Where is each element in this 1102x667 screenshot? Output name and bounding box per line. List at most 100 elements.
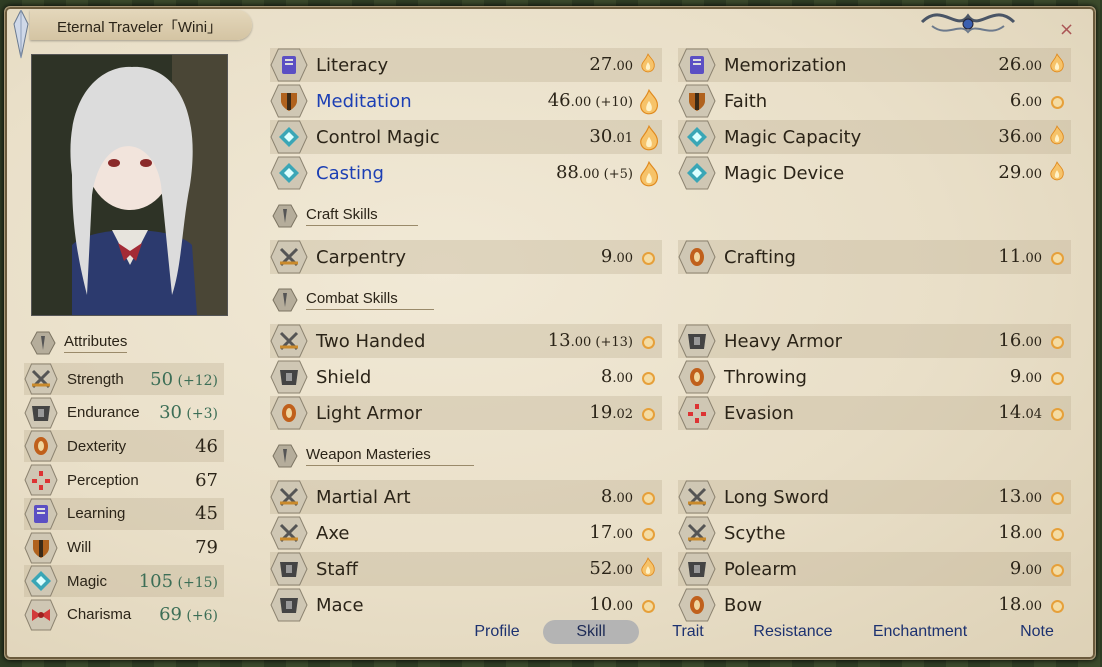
- skill-name: Axe: [316, 522, 350, 544]
- large-flame-icon: [640, 125, 658, 151]
- tab-skill[interactable]: Skill: [543, 620, 639, 644]
- tab-note[interactable]: Note: [1008, 620, 1066, 644]
- combat-skills-header: Combat Skills: [272, 288, 434, 312]
- attribute-value: 45: [195, 503, 218, 525]
- skill-name: Casting: [316, 162, 384, 184]
- potential-dot-icon: [1051, 252, 1064, 265]
- skill-value: 6.00: [1009, 90, 1042, 111]
- section-marker-icon: [272, 444, 298, 468]
- skill-value: 46.00 (+10): [547, 90, 633, 111]
- attribute-value: 79: [195, 537, 218, 558]
- crossed-swords-icon: [270, 480, 308, 514]
- skill-name: Mace: [316, 594, 364, 616]
- armor-icon: [270, 360, 308, 394]
- attribute-name: Will: [67, 539, 92, 556]
- attribute-row-learning[interactable]: Learning 45: [24, 497, 224, 530]
- shield-icon: [24, 532, 58, 563]
- attributes-header: Attributes: [30, 331, 128, 355]
- flame-icon: [1050, 161, 1064, 181]
- section-marker-icon: [272, 288, 298, 312]
- skill-value: 18.00: [998, 522, 1042, 543]
- book-icon: [24, 498, 58, 530]
- skill-value: 29.00: [998, 162, 1042, 183]
- skill-value: 52.00: [589, 558, 633, 579]
- tab-trait[interactable]: Trait: [656, 620, 720, 644]
- skill-value: 14.04: [998, 402, 1042, 423]
- skill-value: 18.00: [998, 594, 1042, 615]
- crossed-swords-icon: [270, 516, 308, 550]
- skill-name: Meditation: [316, 90, 412, 112]
- potential-dot-icon: [1051, 492, 1064, 505]
- magic-icon: [678, 120, 716, 154]
- potential-dot-icon: [642, 492, 655, 505]
- skill-name: Literacy: [316, 54, 389, 76]
- skill-value: 9.00: [600, 246, 633, 267]
- craft-skills-header: Craft Skills: [272, 204, 418, 228]
- attribute-row-magic[interactable]: Magic 105 (+15): [24, 565, 224, 598]
- potential-dot-icon: [1051, 336, 1064, 349]
- attribute-name: Learning: [67, 505, 126, 523]
- attribute-row-strength[interactable]: Strength 50 (+12): [24, 363, 224, 395]
- ring-icon: [678, 588, 716, 622]
- potential-dot-icon: [642, 408, 655, 421]
- skill-name: Long Sword: [724, 486, 829, 508]
- potential-dot-icon: [642, 252, 655, 265]
- skill-value: 27.00: [589, 54, 633, 75]
- tab-profile[interactable]: Profile: [462, 620, 532, 644]
- skill-name: Martial Art: [316, 486, 411, 508]
- skill-name: Evasion: [724, 402, 794, 424]
- skill-value: 9.00: [1009, 366, 1042, 387]
- tab-bar: Profile Skill Trait Resistance Enchantment No…: [0, 620, 1102, 646]
- potential-dot-icon: [1051, 408, 1064, 421]
- flame-icon: [641, 53, 655, 73]
- skill-name: Staff: [316, 558, 358, 580]
- skill-value: 36.00: [998, 126, 1042, 147]
- combat-skills-label: Combat Skills: [306, 290, 434, 310]
- tab-enchantment[interactable]: Enchantment: [858, 620, 982, 644]
- book-icon: [678, 48, 716, 82]
- skill-value: 10.00: [589, 594, 633, 615]
- skill-value: 26.00: [998, 54, 1042, 75]
- attribute-name: Perception: [67, 471, 139, 489]
- weapon-masteries-label: Weapon Masteries: [306, 446, 474, 466]
- skill-name: Throwing: [724, 366, 807, 388]
- potential-dot-icon: [1051, 96, 1064, 109]
- armor-icon: [270, 552, 308, 586]
- magic-icon: [270, 120, 308, 154]
- skill-value: 11.00: [998, 246, 1042, 267]
- magic-icon: [270, 156, 308, 190]
- skill-name: Two Handed: [316, 330, 426, 352]
- skill-name: Carpentry: [316, 246, 407, 268]
- section-marker-icon: [272, 204, 298, 228]
- armor-icon: [678, 552, 716, 586]
- potential-dot-icon: [1051, 564, 1064, 577]
- ring-icon: [24, 430, 58, 462]
- close-button[interactable]: ×: [1059, 19, 1074, 40]
- armor-icon: [270, 588, 308, 622]
- flame-icon: [641, 557, 655, 577]
- book-icon: [270, 48, 308, 82]
- tab-resistance[interactable]: Resistance: [745, 620, 841, 644]
- ornament-icon: [920, 13, 1016, 34]
- perception-icon: [678, 396, 716, 430]
- magic-icon: [24, 565, 58, 597]
- large-flame-icon: [640, 161, 658, 187]
- skill-name: Crafting: [724, 246, 796, 268]
- flame-icon: [1050, 53, 1064, 73]
- attribute-value: 50 (+12): [150, 368, 218, 390]
- skill-name: Magic Capacity: [724, 126, 862, 148]
- ring-icon: [678, 240, 716, 274]
- attribute-row-dexterity[interactable]: Dexterity 46: [24, 430, 224, 463]
- crossed-swords-icon: [270, 240, 308, 274]
- skill-value: 13.00: [998, 486, 1042, 507]
- attribute-row-perception[interactable]: Perception 67: [24, 464, 224, 496]
- crossed-swords-icon: [270, 324, 308, 358]
- attribute-name: Strength: [67, 370, 124, 388]
- attribute-name: Dexterity: [67, 437, 127, 455]
- potential-dot-icon: [642, 600, 655, 613]
- potential-dot-icon: [1051, 600, 1064, 613]
- potential-dot-icon: [1051, 372, 1064, 385]
- attribute-row-will[interactable]: Will 79: [24, 532, 224, 564]
- attribute-row-endurance[interactable]: Endurance 30 (+3): [24, 397, 224, 429]
- crossed-swords-icon: [678, 516, 716, 550]
